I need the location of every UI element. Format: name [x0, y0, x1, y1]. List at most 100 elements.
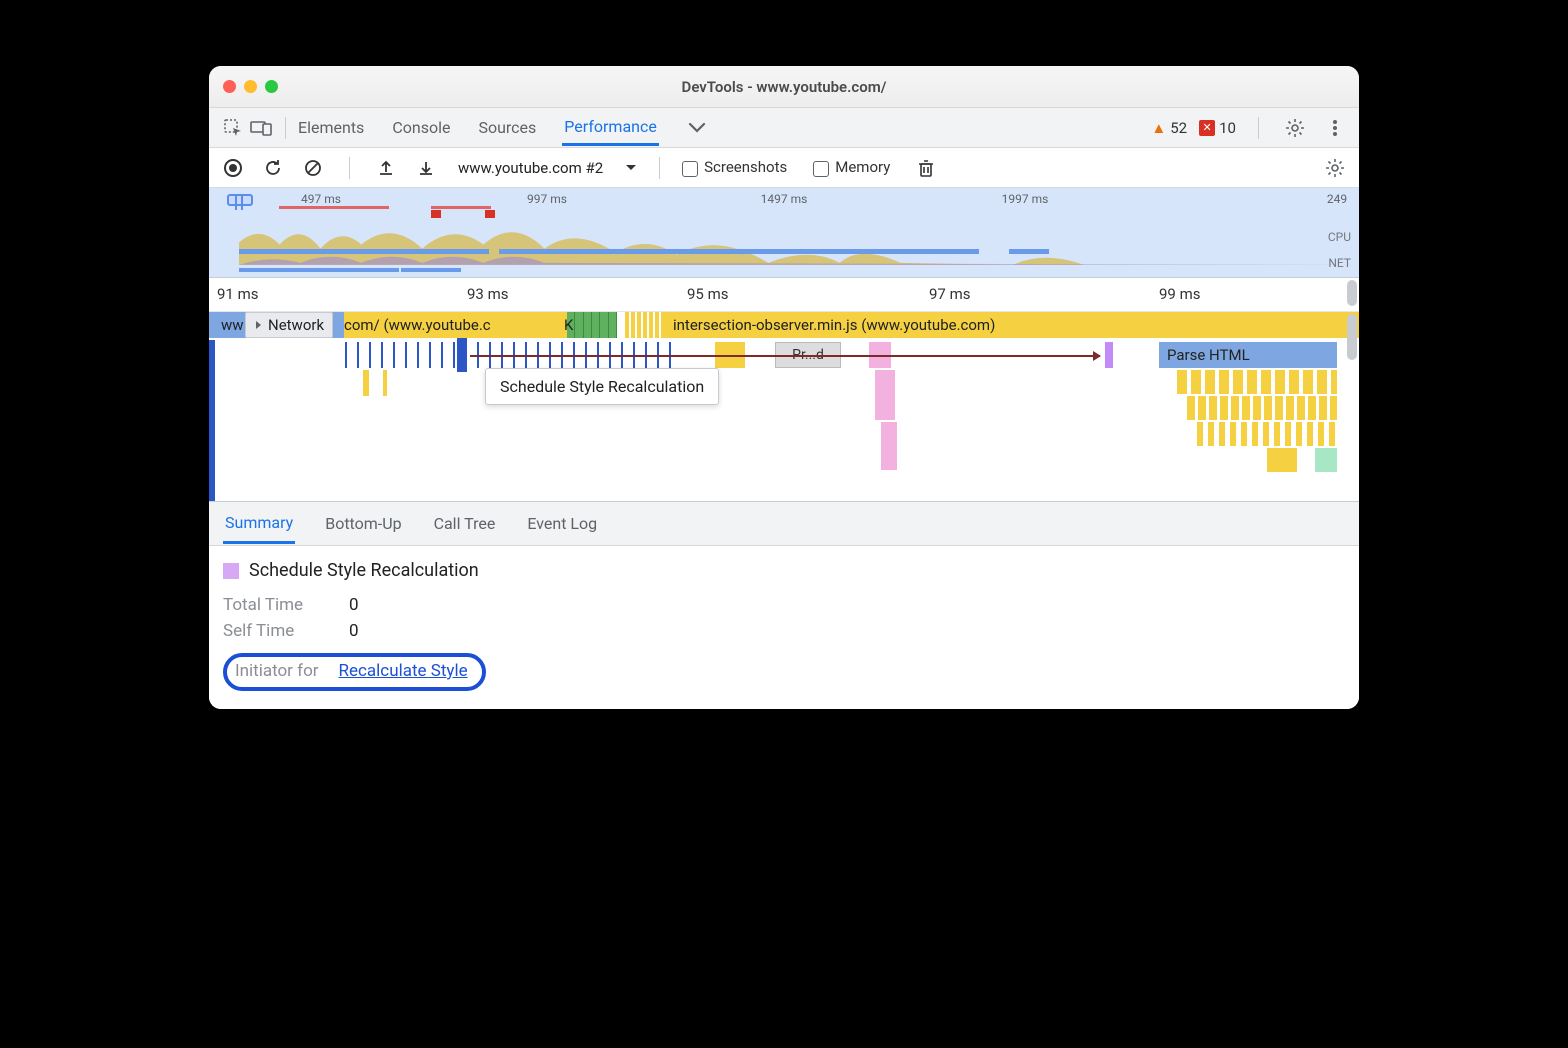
settings-gear-icon[interactable]: [1281, 114, 1309, 142]
screenshots-checkbox[interactable]: Screenshots: [682, 158, 787, 176]
tab-call-tree[interactable]: Call Tree: [432, 504, 498, 543]
initiator-label: Initiator for: [235, 661, 319, 681]
summary-event-name: Schedule Style Recalculation: [249, 560, 479, 581]
flame-yellow-bits: [625, 312, 665, 338]
flame-green-segments: [567, 312, 617, 338]
initiator-link[interactable]: Recalculate Style: [339, 661, 468, 681]
ruler-t0: 91 ms: [217, 285, 258, 303]
tab-elements[interactable]: Elements: [296, 110, 366, 145]
total-time-row: Total Time 0: [223, 595, 1345, 615]
recording-select-label: www.youtube.com #2: [458, 159, 603, 177]
flame-pink-below: [881, 422, 897, 470]
flame-rows: Pr...d Parse HTML: [209, 340, 1359, 501]
screenshots-label: Screenshots: [704, 158, 787, 176]
clear-button[interactable]: [299, 154, 327, 182]
device-toggle-icon[interactable]: [247, 114, 275, 142]
performance-toolbar: www.youtube.com #2 Screenshots Memory: [209, 148, 1359, 188]
divider: [1258, 117, 1259, 139]
flame-purple-end: [1105, 342, 1113, 368]
flame-gap: [617, 312, 625, 338]
flame-pink-block-2: [875, 370, 895, 420]
flame-row-4: [1187, 396, 1337, 420]
memory-label: Memory: [835, 158, 890, 176]
flame-parse-html-block[interactable]: Parse HTML: [1159, 342, 1337, 368]
perf-toolbar-left: www.youtube.com #2 Screenshots Memory: [219, 154, 940, 182]
overview-tick-2: 1497 ms: [761, 192, 808, 206]
overview-tick-1: 997 ms: [527, 192, 567, 206]
initiator-row-highlighted: Initiator for Recalculate Style: [223, 653, 486, 691]
overview-tick-0: 497 ms: [301, 192, 341, 206]
tab-console[interactable]: Console: [390, 110, 452, 145]
flame-row-3: [215, 370, 1359, 396]
cpu-wave: [239, 214, 1359, 265]
tab-event-log[interactable]: Event Log: [525, 504, 599, 543]
self-time-label: Self Time: [223, 621, 323, 641]
initiator-arrow: [470, 355, 1100, 357]
flame-row-main: Pr...d Parse HTML: [215, 342, 1359, 368]
self-time-row: Self Time 0: [223, 621, 1345, 641]
chevron-down-icon: [625, 164, 637, 172]
divider: [659, 157, 660, 179]
ruler-t4: 99 ms: [1159, 285, 1200, 303]
flame-chart[interactable]: ww Network com/ (www.youtube.c K interse…: [209, 312, 1359, 502]
summary-panel: Schedule Style Recalculation Total Time …: [209, 546, 1359, 709]
collect-garbage-icon[interactable]: [912, 154, 940, 182]
network-track-toggle[interactable]: Network: [245, 312, 333, 338]
warning-icon: ▲: [1151, 119, 1166, 137]
panel-tabs: Elements Console Sources Performance: [296, 109, 711, 146]
selected-event-marker[interactable]: [459, 340, 465, 370]
network-track-label: Network: [268, 316, 324, 334]
tab-bottom-up[interactable]: Bottom-Up: [323, 504, 403, 543]
flame-left-label: ww: [221, 316, 244, 334]
chevron-right-icon: [254, 320, 264, 330]
memory-checkbox[interactable]: Memory: [813, 158, 890, 176]
warnings-badge[interactable]: ▲ 52: [1151, 119, 1187, 137]
recording-select[interactable]: www.youtube.com #2: [458, 159, 637, 177]
titlebar: DevTools - www.youtube.com/: [209, 66, 1359, 108]
errors-count: 10: [1219, 119, 1236, 137]
divider: [285, 117, 286, 139]
overview-activity: [239, 214, 1359, 264]
flame-row-6: [1267, 448, 1337, 472]
flame-scrollbar[interactable]: [1347, 314, 1357, 360]
record-button[interactable]: [219, 154, 247, 182]
self-time-value: 0: [349, 621, 359, 641]
flame-after-blue-label: com/ (www.youtube.c: [344, 316, 491, 334]
upload-profile-icon[interactable]: [372, 154, 400, 182]
warnings-count: 52: [1170, 119, 1187, 137]
total-time-label: Total Time: [223, 595, 323, 615]
main-tabs-row: Elements Console Sources Performance ▲ 5…: [209, 108, 1359, 148]
event-color-swatch: [223, 563, 239, 579]
kebab-menu-icon[interactable]: [1321, 114, 1349, 142]
overview-timeline[interactable]: 497 ms 997 ms 1497 ms 1997 ms 249 CPU NE…: [209, 188, 1359, 278]
overview-tick-4: 249: [1327, 192, 1347, 206]
perf-toolbar-right: [1321, 154, 1349, 182]
ruler-t1: 93 ms: [467, 285, 508, 303]
total-time-value: 0: [349, 595, 359, 615]
scrollbar-vertical[interactable]: [1347, 280, 1357, 306]
flame-row-5: [1197, 422, 1337, 446]
more-tabs-icon[interactable]: [683, 114, 711, 142]
inspect-icon[interactable]: [219, 114, 247, 142]
flame-ruler[interactable]: 91 ms 93 ms 95 ms 97 ms 99 ms: [209, 278, 1359, 312]
network-track: ww Network com/ (www.youtube.c K interse…: [209, 312, 1359, 338]
overview-selection-handle[interactable]: [227, 194, 253, 206]
errors-badge[interactable]: ✕ 10: [1199, 119, 1236, 137]
flame-k-label: K: [564, 316, 573, 334]
ruler-t2: 95 ms: [687, 285, 728, 303]
download-profile-icon[interactable]: [412, 154, 440, 182]
flame-tooltip: Schedule Style Recalculation: [485, 368, 719, 405]
overview-tick-3: 1997 ms: [1002, 192, 1049, 206]
window-title: DevTools - www.youtube.com/: [209, 78, 1359, 96]
tab-summary[interactable]: Summary: [223, 503, 295, 544]
devtools-window: DevTools - www.youtube.com/ Elements Con…: [209, 66, 1359, 709]
divider: [349, 157, 350, 179]
capture-settings-gear-icon[interactable]: [1321, 154, 1349, 182]
tab-performance[interactable]: Performance: [562, 109, 659, 146]
tab-sources[interactable]: Sources: [476, 110, 538, 145]
details-tabs: Summary Bottom-Up Call Tree Event Log: [209, 502, 1359, 546]
reload-record-button[interactable]: [259, 154, 287, 182]
tabs-right-controls: ▲ 52 ✕ 10: [1151, 114, 1349, 142]
flame-yellow-group: [1177, 370, 1337, 394]
ruler-t3: 97 ms: [929, 285, 970, 303]
